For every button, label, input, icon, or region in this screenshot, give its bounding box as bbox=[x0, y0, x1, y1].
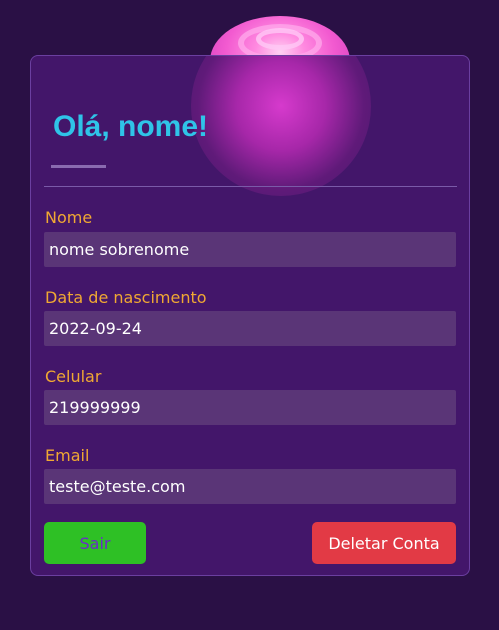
delete-account-button[interactable]: Deletar Conta bbox=[312, 522, 456, 564]
logout-button[interactable]: Sair bbox=[44, 522, 146, 564]
header-divider bbox=[44, 186, 457, 187]
birthdate-label: Data de nascimento bbox=[45, 288, 207, 307]
title-underline bbox=[51, 165, 106, 168]
greeting-title: Olá, nome! bbox=[53, 110, 209, 143]
blob-glow bbox=[191, 56, 371, 196]
blob-inner-ring bbox=[256, 28, 304, 50]
phone-label: Celular bbox=[45, 367, 102, 386]
profile-card: Olá, nome! Nome Data de nascimento Celul… bbox=[30, 55, 470, 576]
name-label: Nome bbox=[45, 208, 93, 227]
phone-field[interactable] bbox=[44, 390, 456, 425]
name-field[interactable] bbox=[44, 232, 456, 267]
email-label: Email bbox=[45, 446, 90, 465]
email-field[interactable] bbox=[44, 469, 456, 504]
birthdate-field[interactable] bbox=[44, 311, 456, 346]
